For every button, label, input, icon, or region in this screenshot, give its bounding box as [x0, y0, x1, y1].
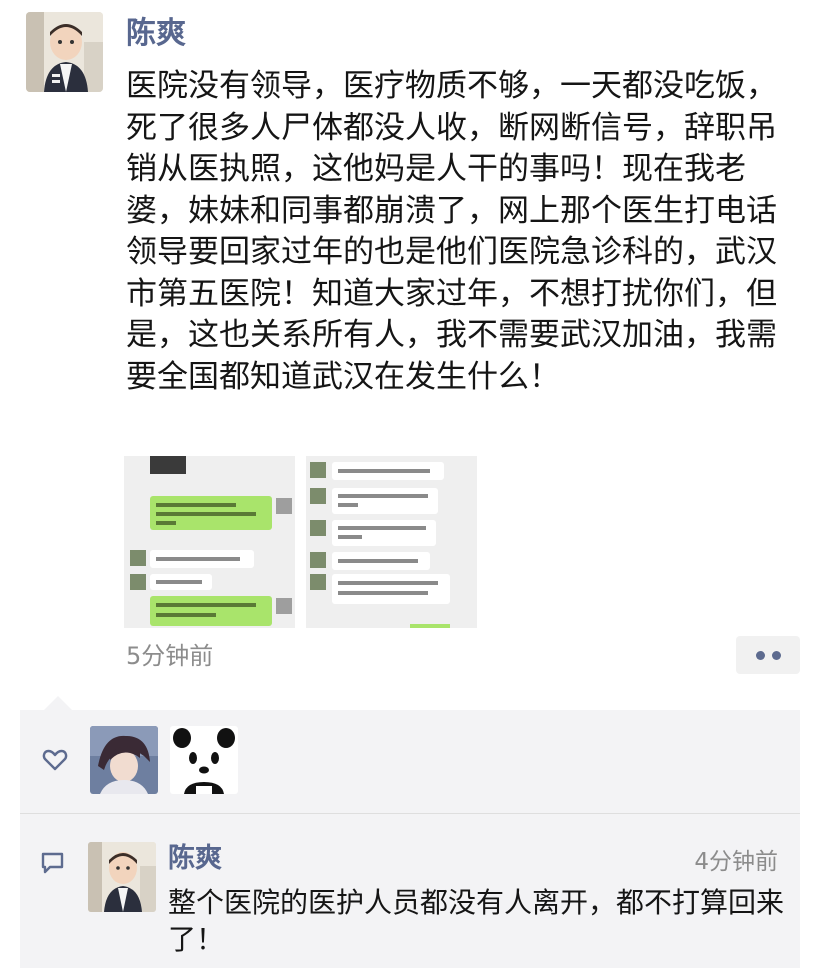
liker-avatar-2[interactable]: [170, 726, 238, 794]
attached-image-1[interactable]: [124, 456, 295, 628]
post-timestamp: 5分钟前: [126, 642, 214, 670]
more-dots-icon: [755, 650, 765, 660]
more-options-button[interactable]: [736, 636, 800, 674]
author-avatar[interactable]: [26, 12, 103, 92]
author-name[interactable]: 陈爽: [126, 14, 186, 54]
attached-image-2[interactable]: [306, 456, 477, 628]
liker-avatar-1[interactable]: [90, 726, 158, 794]
commenter-avatar[interactable]: [88, 842, 156, 912]
comment-bubble-icon: [40, 850, 66, 880]
heart-outline-icon: [42, 748, 68, 776]
comment-text[interactable]: 整个医院的医护人员都没有人离开，都不打算回来了！: [168, 884, 788, 958]
commenter-name[interactable]: 陈爽: [168, 842, 222, 876]
more-dots-icon-dot: [771, 650, 781, 660]
social-panel-caret: [44, 696, 72, 710]
comment-timestamp: 4分钟前: [694, 849, 778, 875]
post-text: 医院没有领导，医疗物质不够，一天都没吃饭，死了很多人尸体都没人收，断网断信号，辞…: [126, 68, 777, 395]
panel-divider: [20, 813, 800, 814]
